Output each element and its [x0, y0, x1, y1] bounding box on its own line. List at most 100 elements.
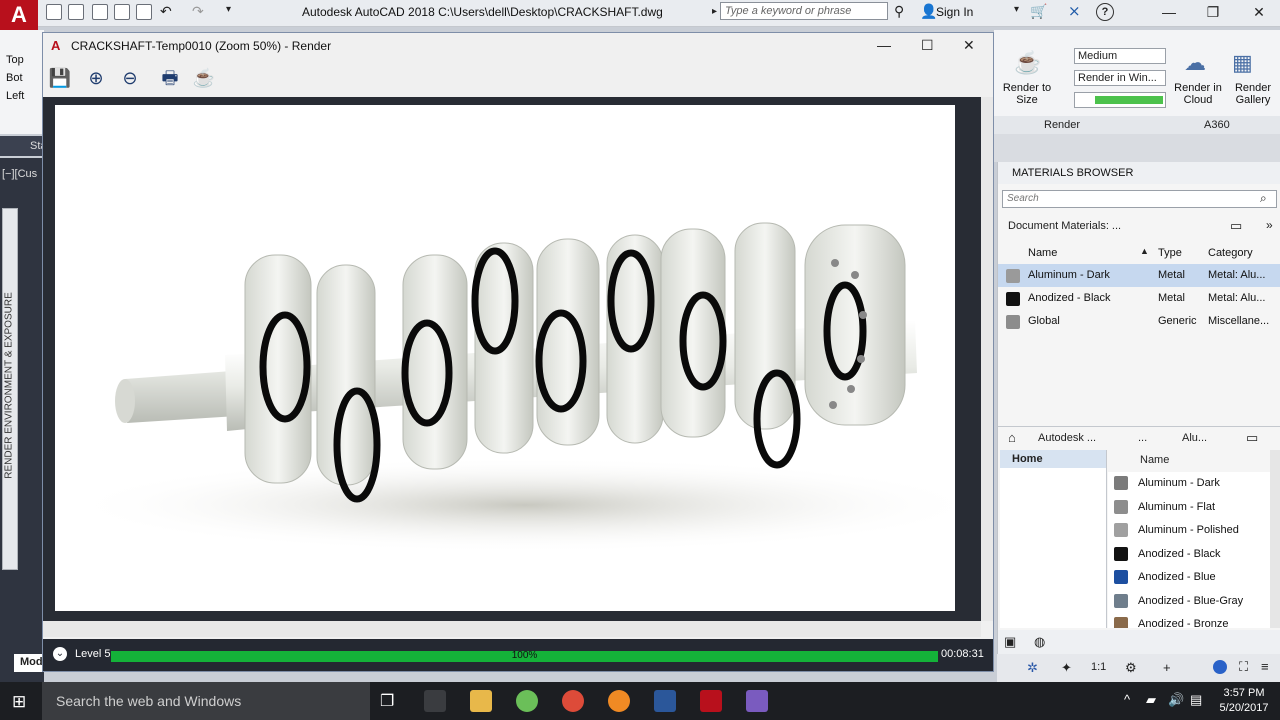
network-icon[interactable]: ▰ [1146, 692, 1156, 708]
info-arrow-icon[interactable]: ▸ [712, 6, 717, 17]
material-editor-icon[interactable]: ◍ [1034, 634, 1045, 650]
redo-icon[interactable]: ↷ [192, 3, 204, 20]
render-horizontal-scrollbar[interactable] [43, 621, 981, 637]
sign-in-link[interactable]: Sign In [936, 5, 973, 19]
render-gallery-icon[interactable]: ▦ [1232, 50, 1253, 76]
store-icon[interactable] [424, 690, 446, 712]
materials-search-input[interactable]: Search [1002, 190, 1277, 208]
view-bottom[interactable]: Bot [6, 72, 23, 84]
render-panel-title[interactable]: Render [1044, 119, 1080, 131]
column-category[interactable]: Category [1208, 242, 1253, 264]
taskbar-search-input[interactable]: Search the web and Windows [42, 682, 370, 720]
document-material-row[interactable]: Anodized - Black Metal Metal: Alu... [998, 287, 1280, 310]
open-folder-icon[interactable] [68, 4, 84, 20]
library-material-row[interactable]: Anodized - Blue-Gray [1108, 590, 1270, 613]
chrome-icon[interactable] [562, 690, 584, 712]
library-scrollbar[interactable] [1270, 450, 1280, 628]
render-quality-select[interactable]: Medium [1074, 48, 1166, 64]
search-icon[interactable]: ⌕ [1260, 191, 1267, 206]
library-material-row[interactable]: Anodized - Blue [1108, 566, 1270, 589]
undo-icon[interactable]: ↶ [160, 3, 172, 20]
document-material-row[interactable]: Aluminum - Dark Metal Metal: Alu... [998, 264, 1280, 287]
render-vertical-scrollbar[interactable] [981, 97, 993, 621]
fullscreen-icon[interactable]: ⛶ [1239, 659, 1248, 675]
library-material-row[interactable]: Anodized - Bronze [1108, 613, 1270, 628]
sort-asc-icon[interactable]: ▲ [1140, 246, 1149, 256]
tray-expand-icon[interactable]: ^ [1124, 692, 1130, 707]
exchange-icon[interactable]: ⨯ [1068, 2, 1081, 20]
print-render-icon[interactable]: 🖶 [157, 65, 183, 91]
cancel-render-icon[interactable]: ☕ [191, 65, 217, 91]
render-to-size-button[interactable]: Render to Size [994, 82, 1060, 106]
save-render-icon[interactable]: 💾 [47, 65, 73, 91]
zoom-out-icon[interactable]: ⊖ [117, 65, 143, 91]
render-gallery-button[interactable]: Render Gallery [1226, 82, 1280, 106]
library-crumb-1[interactable]: Autodesk ... [1038, 432, 1096, 444]
windows-start-icon[interactable]: ⊞ [12, 692, 26, 712]
save-icon[interactable] [92, 4, 108, 20]
view-toggle-icon[interactable]: ▭ [1230, 218, 1242, 234]
render-target-select[interactable]: Render in Win... [1074, 70, 1166, 86]
library-crumb-2[interactable]: ... [1138, 432, 1147, 444]
sign-in-dropdown-icon[interactable]: ▾ [1014, 4, 1019, 15]
quick-access-dropdown-icon[interactable]: ▾ [226, 4, 231, 15]
gear-icon[interactable]: ⚙ [1125, 660, 1137, 676]
paint-icon[interactable] [516, 690, 538, 712]
document-material-row[interactable]: Global Generic Miscellane... [998, 310, 1280, 333]
view-top[interactable]: Top [6, 54, 24, 66]
library-material-row[interactable]: Aluminum - Polished [1108, 519, 1270, 542]
model-tab[interactable]: Mod [14, 654, 44, 672]
column-type[interactable]: Type [1158, 242, 1182, 264]
exposure-slider[interactable] [1074, 92, 1166, 108]
workspace-icon[interactable]: ✦ [1061, 660, 1072, 676]
library-material-row[interactable]: Anodized - Black [1108, 543, 1270, 566]
more-columns-icon[interactable]: » [1266, 218, 1273, 232]
volume-icon[interactable]: 🔊 [1168, 692, 1184, 708]
render-maximize-icon[interactable]: ☐ [921, 37, 934, 54]
teapot-render-icon[interactable]: ☕ [1014, 50, 1042, 76]
recorder-icon[interactable] [746, 690, 768, 712]
library-view-icon[interactable]: ▭ [1246, 430, 1258, 446]
drawing-tab[interactable]: Sta [0, 136, 47, 156]
library-material-row[interactable]: Aluminum - Dark [1108, 472, 1270, 495]
user-icon[interactable]: 👤 [920, 3, 937, 20]
render-minimize-icon[interactable]: — [877, 37, 891, 53]
print-icon[interactable] [136, 4, 152, 20]
binoculars-icon[interactable]: ⚲ [894, 3, 904, 20]
task-view-icon[interactable]: ❐ [380, 691, 394, 711]
library-column-name[interactable]: Name [1140, 454, 1169, 466]
taskbar-clock[interactable]: 3:57 PM 5/20/2017 [1212, 686, 1276, 716]
expand-chevron-icon[interactable]: ⌄ [53, 647, 67, 661]
home-icon[interactable]: ⌂ [1008, 430, 1016, 445]
cart-icon[interactable]: 🛒 [1030, 3, 1047, 20]
viewport-label[interactable]: [−][Cus [2, 168, 37, 180]
isolate-objects-icon[interactable] [1213, 660, 1227, 674]
firefox-icon[interactable] [608, 690, 630, 712]
close-icon[interactable]: ✕ [1244, 2, 1274, 22]
render-in-cloud-button[interactable]: Render in Cloud [1170, 82, 1226, 106]
document-materials-filter[interactable]: Document Materials: ... [1008, 220, 1121, 232]
annotation-icon[interactable]: ✲ [1027, 660, 1038, 676]
notification-icon[interactable]: ▤ [1190, 692, 1202, 708]
word-icon[interactable] [654, 690, 676, 712]
create-material-icon[interactable]: ▣ [1004, 634, 1016, 650]
minimize-icon[interactable]: — [1154, 2, 1184, 22]
save-as-icon[interactable] [114, 4, 130, 20]
library-material-row[interactable]: Aluminum - Flat [1108, 496, 1270, 519]
library-crumb-3[interactable]: Alu... [1182, 432, 1207, 444]
autocad-logo-button[interactable]: A [0, 0, 38, 30]
tree-item-home[interactable]: Home [1000, 450, 1106, 468]
zoom-in-icon[interactable]: ⊕ [83, 65, 109, 91]
autocad-taskbar-icon[interactable] [700, 690, 722, 712]
plus-icon[interactable]: + [1163, 660, 1171, 675]
help-icon[interactable]: ? [1096, 3, 1114, 21]
view-left[interactable]: Left [6, 90, 24, 102]
new-file-icon[interactable] [46, 4, 62, 20]
render-close-icon[interactable]: ✕ [963, 37, 975, 54]
file-explorer-icon[interactable] [470, 690, 492, 712]
restore-icon[interactable]: ❐ [1198, 2, 1228, 22]
column-name[interactable]: Name [1028, 242, 1057, 264]
keyword-search-input[interactable]: Type a keyword or phrase [720, 2, 888, 20]
customization-icon[interactable]: ≡ [1261, 659, 1269, 674]
render-cloud-icon[interactable]: ☁ [1184, 50, 1206, 76]
